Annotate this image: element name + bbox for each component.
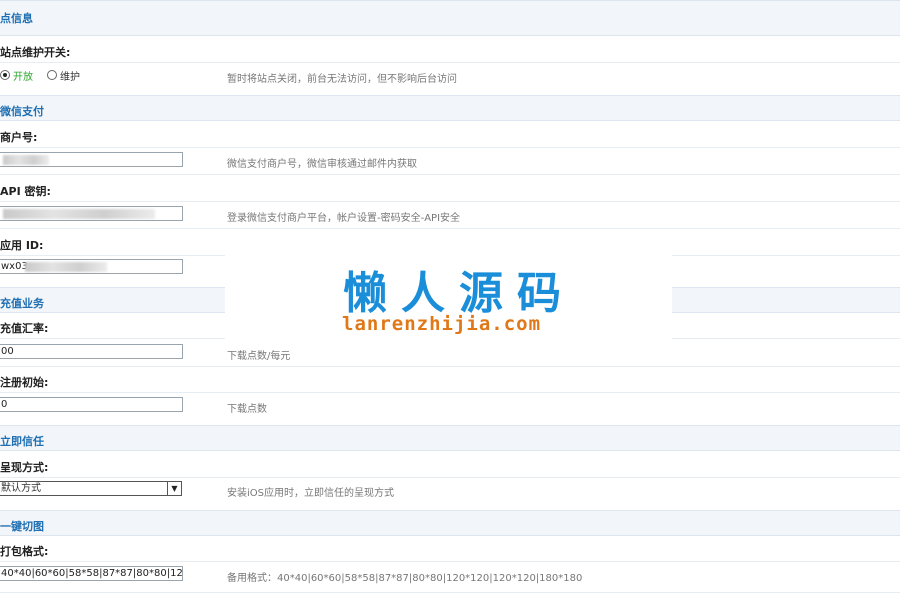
section-wechat-title: 微信支付 [0,105,44,118]
radio-maintain-label[interactable]: 维护 [60,68,80,83]
appid-value: wx03 [1,261,28,272]
section-site-title: 点信息 [0,12,33,25]
format-label: 打包格式: [0,545,49,558]
site-switch-label: 站点维护开关: [0,46,71,59]
init-hint: 下载点数 [227,404,267,415]
mode-label: 呈现方式: [0,461,49,474]
section-recharge-title: 充值业务 [0,297,44,310]
mode-hint: 安装iOS应用时，立即信任的呈现方式 [227,488,394,499]
divider [0,592,900,593]
watermark: 懒人源码 lanrenzhijia.com [225,243,672,347]
divider [0,174,900,175]
appid-input[interactable]: wx03 [0,259,183,274]
section-cut-title: 一键切图 [0,520,44,533]
redacted-value [25,262,107,272]
section-cut-header: 一键切图 [0,510,900,536]
format-hint: 备用格式：40*40|60*60|58*58|87*87|80*80|120*1… [227,573,583,584]
site-switch-hint: 暂时将站点关闭，前台无法访问，但不影响后台访问 [227,74,457,85]
init-input[interactable]: 0 [0,397,183,412]
merchant-input[interactable] [0,152,183,167]
radio-maintain[interactable] [47,70,57,80]
mode-select[interactable]: 默认方式 ▼ [0,481,182,496]
radio-open[interactable] [0,70,10,80]
radio-open-label[interactable]: 开放 [13,68,33,83]
divider [0,62,900,63]
rate-hint: 下载点数/每元 [227,351,291,362]
rate-input[interactable]: 00 [0,344,183,359]
appid-label: 应用 ID: [0,239,44,252]
site-switch-group: 开放 维护 [0,68,80,83]
api-key-input[interactable] [0,206,183,221]
section-trust-header: 立即信任 [0,425,900,451]
divider [0,228,900,229]
merchant-label: 商户号: [0,131,38,144]
divider [0,392,900,393]
init-value: 0 [1,399,8,410]
api-key-label: API 密钥: [0,185,51,198]
chevron-down-icon[interactable]: ▼ [167,482,181,495]
watermark-url: lanrenzhijia.com [342,313,542,335]
rate-label: 充值汇率: [0,322,49,335]
section-trust-title: 立即信任 [0,435,44,448]
divider [0,366,900,367]
format-input[interactable]: 40*40|60*60|58*58|87*87|80*80|120*1 [0,566,183,581]
divider [0,201,900,202]
redacted-value [3,155,49,165]
section-site-header: 点信息 [0,0,900,36]
rate-value: 00 [1,346,14,357]
format-value: 40*40|60*60|58*58|87*87|80*80|120*1 [1,568,183,579]
mode-select-value: 默认方式 [1,483,41,494]
divider [0,561,900,562]
divider [0,147,900,148]
redacted-value [3,209,155,219]
watermark-title: 懒人源码 [343,268,575,319]
merchant-hint: 微信支付商户号，微信审核通过邮件内获取 [227,159,417,170]
init-label: 注册初始: [0,376,49,389]
section-wechat-header: 微信支付 [0,95,900,121]
divider [0,477,900,478]
api-key-hint: 登录微信支付商户平台，帐户设置-密码安全-API安全 [227,213,461,224]
